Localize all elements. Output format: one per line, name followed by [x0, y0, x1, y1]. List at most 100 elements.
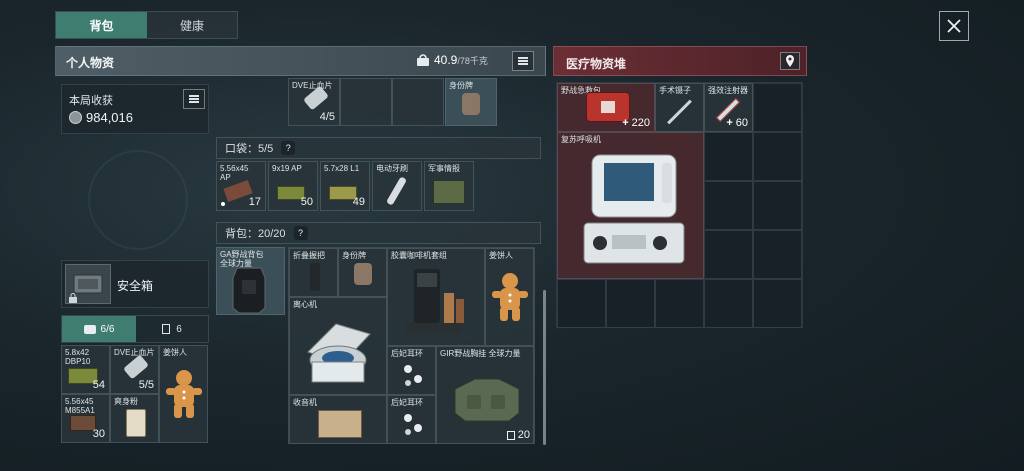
- safebox-item[interactable]: 5.8x42 DBP10 54: [61, 345, 110, 394]
- empty-slot[interactable]: [704, 279, 753, 328]
- item-label: 强效注射器: [708, 86, 748, 95]
- list-icon: [189, 95, 199, 103]
- tweezers-icon: [667, 99, 692, 125]
- backpack-item[interactable]: 胶囊咖啡机套组: [387, 248, 485, 346]
- item-label: 军事情报: [428, 164, 460, 173]
- safebox-item[interactable]: 5.56x45 M855A1 30: [61, 394, 110, 443]
- backpack-item[interactable]: 后妃耳环: [387, 346, 436, 395]
- close-button[interactable]: [939, 11, 969, 41]
- pocket-item[interactable]: 电动牙刷: [372, 161, 422, 211]
- top-item[interactable]: DVE止血片 4/5: [288, 78, 340, 126]
- pocket-item[interactable]: 军事情报: [424, 161, 474, 211]
- gingerbread-icon: [166, 370, 202, 418]
- tab-backpack[interactable]: 背包: [56, 12, 147, 38]
- empty-slot[interactable]: [704, 132, 753, 181]
- top-partial-row: DVE止血片 4/5 身份牌: [288, 78, 498, 126]
- medical-title: 医疗物资堆: [566, 57, 627, 71]
- empty-slot[interactable]: [753, 83, 802, 132]
- empty-slot[interactable]: [655, 279, 704, 328]
- medical-item[interactable]: 复苏呼吸机: [557, 132, 704, 279]
- item-label: 9x19 AP: [272, 164, 302, 173]
- item-label: 离心机: [293, 300, 317, 309]
- tab-bar: 背包 健康: [55, 11, 238, 39]
- safebox-item[interactable]: 爽身粉: [110, 394, 159, 443]
- pocket-header: 口袋：5/5 ?: [216, 137, 541, 159]
- background-emblem: [88, 150, 188, 250]
- safebox-panel[interactable]: 安全箱: [61, 260, 209, 308]
- lock-icon: [69, 293, 77, 303]
- tab-backpack-label: 背包: [89, 18, 114, 33]
- backpack-item[interactable]: GIR野战胸挂 全球力量 20: [436, 346, 534, 444]
- tab-health-label: 健康: [179, 18, 204, 33]
- pocket-item[interactable]: 5.7x28 L1 49: [320, 161, 370, 211]
- personal-title: 个人物资: [66, 56, 115, 70]
- item-label: 电动牙刷: [376, 164, 408, 173]
- backpack-item[interactable]: 身份牌: [338, 248, 387, 297]
- pocket-item[interactable]: 9x19 AP 50: [268, 161, 318, 211]
- medical-item[interactable]: 手术镊子: [655, 83, 704, 132]
- medical-grid: 野战急救包 + 220 手术镊子 强效注射器 + 60 复苏呼吸机: [556, 82, 803, 328]
- empty-slot[interactable]: [557, 279, 606, 328]
- bandage-icon: [123, 354, 149, 380]
- safebox-item[interactable]: 姜饼人: [159, 345, 208, 443]
- equipped-backpack[interactable]: GA野战背包 全球力量: [216, 247, 285, 315]
- item-label: 后妃耳环: [391, 349, 423, 358]
- safebox-tab-other[interactable]: 6: [136, 316, 208, 342]
- empty-slot[interactable]: [753, 230, 802, 279]
- empty-slot[interactable]: [704, 181, 753, 230]
- empty-slot[interactable]: [753, 181, 802, 230]
- medical-header: 医疗物资堆: [553, 46, 807, 76]
- backpack-header: 背包：20/20 ?: [216, 222, 541, 244]
- empty-slot[interactable]: [606, 279, 655, 328]
- medical-item[interactable]: 野战急救包 + 220: [557, 83, 655, 132]
- item-count: 60: [735, 117, 748, 129]
- medical-item[interactable]: 强效注射器 + 60: [704, 83, 753, 132]
- safebox-tab-items[interactable]: 6/6: [62, 316, 136, 342]
- backpack-item[interactable]: 后妃耳环: [387, 395, 436, 444]
- pocket-help-button[interactable]: ?: [281, 141, 296, 155]
- weight-value: 40.9: [434, 53, 458, 67]
- backpack-item[interactable]: 离心机: [289, 297, 387, 395]
- item-label: 5.8x42 DBP10: [65, 348, 91, 366]
- backpack-help-button[interactable]: ?: [293, 226, 308, 240]
- empty-slot[interactable]: [704, 230, 753, 279]
- weight-max: /78千克: [457, 55, 488, 66]
- clipboard-icon: [162, 324, 171, 334]
- personal-list-button[interactable]: [512, 51, 534, 71]
- empty-slot[interactable]: [753, 132, 802, 181]
- tab-health[interactable]: 健康: [147, 12, 237, 38]
- backpack-gear-icon: [232, 267, 266, 314]
- safebox-tabs: 6/6 6: [61, 315, 209, 343]
- item-label: DVE止血片: [114, 348, 155, 357]
- pocket-grid: 5.56x45 AP 17 9x19 AP 50 5.7x28 L1 49 电动…: [216, 161, 476, 211]
- inventory-scrollbar[interactable]: [543, 290, 546, 445]
- pocket-item[interactable]: 5.56x45 AP 17: [216, 161, 266, 211]
- earnings-value: 984,016: [86, 110, 133, 125]
- earnings-label: 本局收获: [69, 95, 113, 107]
- stack-count: + 220: [622, 117, 650, 129]
- item-count: 220: [631, 117, 650, 129]
- item-count: 50: [300, 196, 313, 208]
- toothbrush-icon: [385, 176, 408, 206]
- safebox-item[interactable]: DVE止血片 5/5: [110, 345, 159, 394]
- top-item[interactable]: [340, 78, 392, 126]
- medical-locate-button[interactable]: [780, 52, 800, 70]
- dogtag-icon: [354, 263, 372, 285]
- gingerbread-icon: [492, 273, 528, 321]
- backpack-item[interactable]: 姜饼人: [485, 248, 534, 346]
- empty-slot[interactable]: [753, 279, 802, 328]
- backpack-item[interactable]: 收音机: [289, 395, 387, 444]
- earnings-list-button[interactable]: [183, 89, 205, 109]
- safebox-tab-other-label: 6: [176, 323, 182, 335]
- backpack-grid: 折叠握把 身份牌 胶囊咖啡机套组 姜饼人 离心机 后妃耳环 GIR野战胸挂 全球…: [288, 247, 535, 444]
- top-item[interactable]: [392, 78, 444, 126]
- backpack-item[interactable]: 折叠握把: [289, 248, 338, 297]
- item-label: 姜饼人: [489, 251, 513, 260]
- item-label: 折叠握把: [293, 251, 325, 260]
- item-label: DVE止血片: [292, 81, 333, 90]
- item-label: GIR野战胸挂 全球力量: [440, 349, 521, 358]
- earring-icon: [404, 414, 422, 435]
- earring-icon: [404, 365, 422, 386]
- dogtag-icon: [462, 93, 480, 115]
- top-item[interactable]: 身份牌: [445, 78, 497, 126]
